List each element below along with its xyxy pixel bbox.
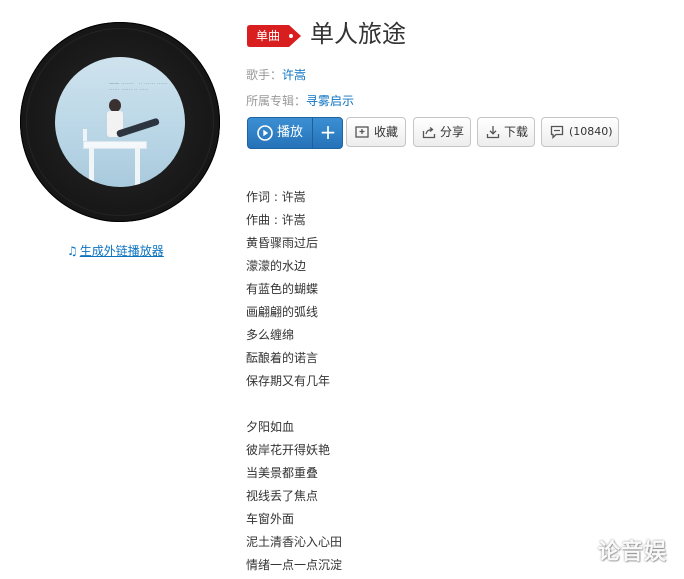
- generate-external-player-link[interactable]: ♫ 生成外链播放器: [67, 242, 164, 259]
- play-button[interactable]: 播放: [248, 118, 312, 148]
- lyric-line: 彼岸花开得妖艳: [246, 443, 331, 457]
- cover-text: —— ······· ·· ······ ······ ······ ·····…: [109, 81, 168, 93]
- music-note-icon: ♫: [67, 244, 78, 258]
- artist-link[interactable]: 许嵩: [282, 68, 306, 82]
- comment-button[interactable]: (10840): [541, 117, 619, 147]
- collect-button[interactable]: 收藏: [346, 117, 406, 147]
- watermark: 论音娱: [598, 540, 668, 565]
- lyric-line: 酝酿着的诺言: [246, 351, 319, 365]
- album-link[interactable]: 寻雾启示: [306, 94, 354, 108]
- badge-label: 单曲: [255, 29, 280, 43]
- lyric-line: 视线丢了焦点: [246, 489, 319, 503]
- lyric-line: 画翩翩的弧线: [246, 305, 319, 319]
- lyric-line: 有蓝色的蝴蝶: [246, 282, 319, 296]
- lyrics: 作词 : 许嵩 作曲 : 许嵩 黄昏骤雨过后 濛濛的水边 有蓝色的蝴蝶 画翩翩的…: [246, 186, 342, 577]
- song-title: 单人旅途: [310, 20, 406, 48]
- share-button[interactable]: 分享: [413, 117, 471, 147]
- share-icon: [422, 126, 436, 139]
- lyric-line: 多么缠绵: [246, 328, 295, 342]
- download-icon: [486, 126, 500, 139]
- add-to-playlist-button[interactable]: +: [312, 118, 342, 148]
- play-circle-icon: [257, 125, 273, 141]
- lyric-blank-line: [246, 393, 342, 416]
- bench-leg: [89, 147, 94, 187]
- lyric-line: 作词 : 许嵩: [246, 190, 306, 204]
- lyric-line: 保存期又有几年: [246, 374, 331, 388]
- download-button[interactable]: 下载: [477, 117, 535, 147]
- lyric-line: 濛濛的水边: [246, 259, 307, 273]
- artist-row: 歌手：许嵩: [246, 66, 306, 83]
- lyric-line: 夕阳如血: [246, 420, 295, 434]
- album-cover: —— ······· ·· ······ ······ ······ ·····…: [55, 57, 185, 187]
- lyric-line: 作曲 : 许嵩: [246, 213, 306, 227]
- comment-icon: [550, 125, 564, 139]
- album-row: 所属专辑：寻雾启示: [246, 92, 354, 109]
- bench-leg: [135, 147, 140, 187]
- play-button-group: 播放 +: [247, 117, 343, 149]
- vinyl-record: —— ······· ·· ······ ······ ······ ·····…: [20, 22, 220, 222]
- collect-icon: [355, 126, 369, 138]
- artist-label: 歌手：: [246, 68, 283, 82]
- lyric-line: 情绪一点一点沉淀: [246, 558, 343, 572]
- lyric-line: 泥土清香沁入心田: [246, 535, 343, 549]
- comment-count: (10840): [569, 125, 613, 138]
- lyric-line: 车窗外面: [246, 512, 295, 526]
- lyric-line: 黄昏骤雨过后: [246, 236, 319, 250]
- lyric-line: 当美景都重叠: [246, 466, 319, 480]
- album-label: 所属专辑：: [246, 94, 307, 108]
- single-badge: 单曲: [247, 25, 301, 47]
